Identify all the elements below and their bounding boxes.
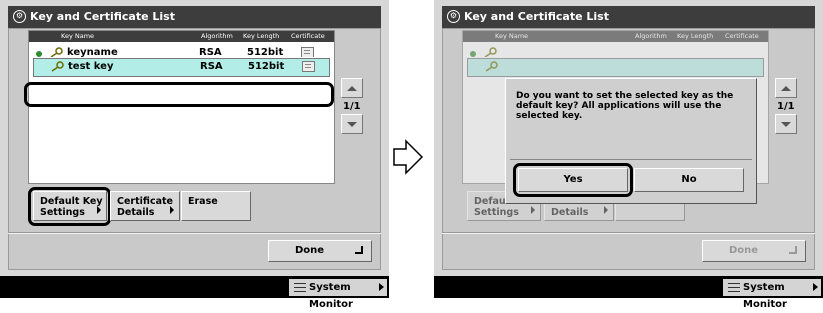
scroll-down-button[interactable]	[775, 114, 797, 134]
window-title: Key and Certificate List	[464, 10, 609, 23]
window-title: Key and Certificate List	[30, 10, 175, 23]
column-key-name: Key Name	[61, 32, 95, 40]
done-button: Done	[702, 240, 806, 262]
done-button[interactable]: Done	[268, 240, 372, 262]
key-icon	[51, 61, 64, 72]
row-key-length: 512bit	[248, 61, 285, 72]
arrow-down-icon	[347, 122, 357, 127]
key-icon	[485, 61, 498, 72]
list-row-selected	[467, 58, 764, 77]
list-row-selected[interactable]: test key RSA 512bit	[33, 58, 330, 77]
divider	[8, 232, 381, 234]
highlight-frame	[24, 82, 334, 107]
row-key-name: test key	[68, 61, 114, 72]
erase-button[interactable]: Erase	[181, 191, 251, 221]
dialog-message: Do you want to set the selected key as t…	[516, 91, 734, 121]
page-indicator: 1/1	[777, 101, 795, 112]
arrow-right-icon	[813, 283, 818, 291]
arrow-right-icon	[379, 283, 384, 291]
column-key-length: Key Length	[677, 32, 714, 40]
certificate-icon	[302, 61, 315, 72]
list-row[interactable]: keyname RSA 512bit	[33, 45, 330, 57]
arrow-right-icon	[531, 206, 535, 214]
status-dot-icon	[36, 51, 42, 57]
return-icon	[789, 246, 797, 254]
column-algorithm: Algorithm	[201, 32, 233, 40]
arrow-up-icon	[347, 86, 357, 91]
page-indicator: 1/1	[343, 101, 361, 112]
row-algorithm: RSA	[199, 47, 222, 57]
monitor-icon	[728, 283, 740, 292]
window-title-bar: ⚙ Key and Certificate List	[8, 6, 381, 28]
scroll-up-button[interactable]	[775, 78, 797, 98]
status-dot-icon	[470, 51, 476, 57]
scroll-down-button[interactable]	[341, 114, 363, 134]
divider	[442, 232, 815, 234]
scroll-up-button[interactable]	[341, 78, 363, 98]
gear-icon: ⚙	[13, 10, 26, 23]
no-button[interactable]: No	[634, 168, 744, 192]
column-certificate: Certificate	[291, 32, 325, 40]
column-certificate: Certificate	[725, 32, 759, 40]
system-monitor-label: System Monitor	[309, 282, 353, 310]
list-header: Key Name Algorithm Key Length Certificat…	[29, 31, 334, 42]
key-icon	[50, 47, 63, 57]
monitor-icon	[294, 283, 306, 292]
done-label: Done	[729, 245, 759, 256]
left-screen: ⚙ Key and Certificate List Key Name Algo…	[0, 0, 389, 310]
column-key-length: Key Length	[243, 32, 280, 40]
highlight-frame	[513, 163, 633, 197]
row-key-name: keyname	[67, 47, 118, 57]
system-monitor-label: System Monitor	[743, 282, 787, 310]
certificate-details-button[interactable]: Certificate Details	[110, 191, 180, 221]
system-bar: System Monitor	[0, 276, 389, 310]
system-bar: System Monitor	[434, 276, 823, 310]
row-key-length: 512bit	[247, 47, 284, 57]
transition-arrow-icon	[393, 139, 424, 175]
column-key-name: Key Name	[495, 32, 529, 40]
system-monitor-button[interactable]: System Monitor	[289, 279, 387, 310]
key-icon	[484, 47, 497, 57]
done-label: Done	[295, 245, 325, 256]
arrow-right-icon	[604, 206, 608, 214]
column-algorithm: Algorithm	[635, 32, 667, 40]
gear-icon: ⚙	[447, 10, 460, 23]
arrow-right-icon	[170, 206, 174, 214]
key-list: Key Name Algorithm Key Length Certificat…	[28, 30, 335, 184]
window-title-bar: ⚙ Key and Certificate List	[442, 6, 815, 28]
row-algorithm: RSA	[200, 61, 223, 72]
arrow-up-icon	[781, 86, 791, 91]
system-monitor-button[interactable]: System Monitor	[723, 279, 821, 310]
list-row	[467, 45, 764, 57]
dialog-divider	[510, 159, 752, 160]
return-icon	[355, 246, 363, 254]
arrow-down-icon	[781, 122, 791, 127]
certificate-icon	[301, 47, 314, 57]
button-label: Erase	[188, 196, 218, 207]
list-header: Key Name Algorithm Key Length Certificat…	[463, 31, 768, 42]
highlight-frame	[28, 187, 111, 226]
